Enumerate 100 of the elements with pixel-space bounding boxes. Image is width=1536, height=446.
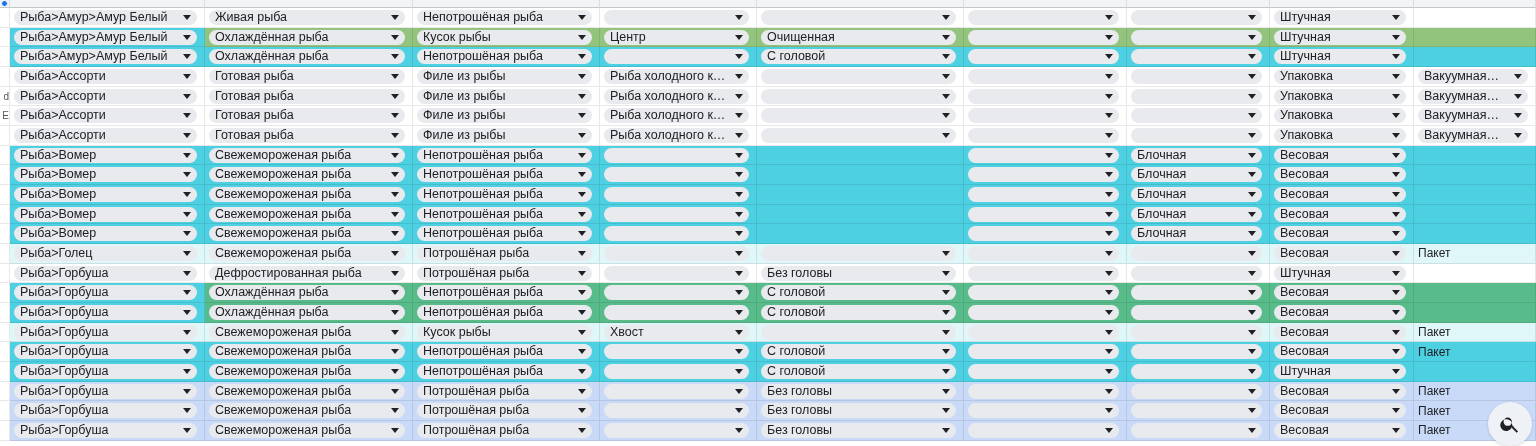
- column-header[interactable]: [964, 0, 1127, 8]
- dropdown-chip[interactable]: Непотрошёная рыба: [417, 285, 592, 301]
- dropdown-chip[interactable]: [968, 88, 1119, 104]
- dropdown-chip[interactable]: [1131, 383, 1262, 399]
- dropdown-chip[interactable]: Весовая: [1274, 167, 1406, 183]
- dropdown-chip[interactable]: Рыба>Ассорти: [14, 127, 197, 143]
- dropdown-chip[interactable]: Кусок рыбы: [417, 29, 592, 45]
- dropdown-chip[interactable]: Живая рыба: [209, 9, 405, 25]
- dropdown-chip[interactable]: Рыба>Вомер: [14, 186, 197, 202]
- dropdown-chip[interactable]: Филе из рыбы: [417, 127, 592, 143]
- dropdown-chip[interactable]: Рыба>Вомер: [14, 147, 197, 163]
- dropdown-chip[interactable]: Дефростированная рыба: [209, 265, 405, 281]
- dropdown-chip[interactable]: Весовая: [1274, 304, 1406, 320]
- dropdown-chip[interactable]: Филе из рыбы: [417, 108, 592, 124]
- dropdown-chip[interactable]: [968, 403, 1119, 419]
- dropdown-chip[interactable]: [761, 245, 956, 261]
- dropdown-chip[interactable]: [968, 285, 1119, 301]
- dropdown-chip[interactable]: [604, 265, 749, 281]
- dropdown-chip[interactable]: Весовая: [1274, 147, 1406, 163]
- dropdown-chip[interactable]: Блочная: [1131, 186, 1262, 202]
- dropdown-chip[interactable]: Потрошёная рыба: [417, 265, 592, 281]
- dropdown-chip[interactable]: Непотрошёная рыба: [417, 206, 592, 222]
- dropdown-chip[interactable]: [761, 88, 956, 104]
- dropdown-chip[interactable]: Охлаждённая рыба: [209, 304, 405, 320]
- dropdown-chip[interactable]: [968, 265, 1119, 281]
- dropdown-chip[interactable]: Филе из рыбы: [417, 88, 592, 104]
- column-header[interactable]: [757, 0, 964, 8]
- dropdown-chip[interactable]: Хвост: [604, 324, 749, 340]
- dropdown-chip[interactable]: Потрошёная рыба: [417, 403, 592, 419]
- dropdown-chip[interactable]: [968, 108, 1119, 124]
- dropdown-chip[interactable]: Весовая: [1274, 344, 1406, 360]
- dropdown-chip[interactable]: [604, 285, 749, 301]
- dropdown-chip[interactable]: Рыба>Амур>Амур Белый: [14, 49, 197, 65]
- dropdown-chip[interactable]: [604, 403, 749, 419]
- dropdown-chip[interactable]: Непотрошёная рыба: [417, 304, 592, 320]
- dropdown-chip[interactable]: [968, 9, 1119, 25]
- dropdown-chip[interactable]: Рыба холодного к…: [604, 88, 749, 104]
- dropdown-chip[interactable]: Готовая рыба: [209, 127, 405, 143]
- dropdown-chip[interactable]: Рыба>Горбуша: [14, 403, 197, 419]
- dropdown-chip[interactable]: [1131, 245, 1262, 261]
- dropdown-chip[interactable]: Непотрошёная рыба: [417, 226, 592, 242]
- dropdown-chip[interactable]: Рыба холодного к…: [604, 68, 749, 84]
- dropdown-chip[interactable]: [604, 147, 749, 163]
- dropdown-chip[interactable]: Свежемороженая рыба: [209, 206, 405, 222]
- dropdown-chip[interactable]: Блочная: [1131, 206, 1262, 222]
- dropdown-chip[interactable]: Без головы: [761, 265, 956, 281]
- dropdown-chip[interactable]: Свежемороженая рыба: [209, 422, 405, 438]
- dropdown-chip[interactable]: Свежемороженая рыба: [209, 186, 405, 202]
- dropdown-chip[interactable]: [604, 186, 749, 202]
- column-header[interactable]: [600, 0, 757, 8]
- dropdown-chip[interactable]: Штучная: [1274, 9, 1406, 25]
- dropdown-chip[interactable]: Свежемороженая рыба: [209, 147, 405, 163]
- dropdown-chip[interactable]: Штучная: [1274, 49, 1406, 65]
- dropdown-chip[interactable]: [968, 206, 1119, 222]
- dropdown-chip[interactable]: [968, 127, 1119, 143]
- dropdown-chip[interactable]: Весовая: [1274, 245, 1406, 261]
- dropdown-chip[interactable]: Вакуумная…: [1418, 88, 1528, 104]
- dropdown-chip[interactable]: [604, 383, 749, 399]
- dropdown-chip[interactable]: Готовая рыба: [209, 88, 405, 104]
- dropdown-chip[interactable]: С головой: [761, 285, 956, 301]
- dropdown-chip[interactable]: Весовая: [1274, 403, 1406, 419]
- dropdown-chip[interactable]: [1131, 29, 1262, 45]
- dropdown-chip[interactable]: Весовая: [1274, 226, 1406, 242]
- dropdown-chip[interactable]: [968, 245, 1119, 261]
- dropdown-chip[interactable]: [1131, 108, 1262, 124]
- dropdown-chip[interactable]: Свежемороженая рыба: [209, 403, 405, 419]
- column-header[interactable]: [205, 0, 413, 8]
- dropdown-chip[interactable]: С головой: [761, 363, 956, 379]
- dropdown-chip[interactable]: Потрошёная рыба: [417, 245, 592, 261]
- dropdown-chip[interactable]: Рыба>Ассорти: [14, 88, 197, 104]
- dropdown-chip[interactable]: Весовая: [1274, 285, 1406, 301]
- dropdown-chip[interactable]: [968, 49, 1119, 65]
- dropdown-chip[interactable]: [761, 9, 956, 25]
- dropdown-chip[interactable]: [1131, 285, 1262, 301]
- dropdown-chip[interactable]: Рыба>Ассорти: [14, 108, 197, 124]
- dropdown-chip[interactable]: Охлаждённая рыба: [209, 29, 405, 45]
- dropdown-chip[interactable]: [1131, 422, 1262, 438]
- dropdown-chip[interactable]: [968, 167, 1119, 183]
- dropdown-chip[interactable]: [1131, 49, 1262, 65]
- dropdown-chip[interactable]: Охлаждённая рыба: [209, 285, 405, 301]
- dropdown-chip[interactable]: Рыба>Горбуша: [14, 304, 197, 320]
- dropdown-chip[interactable]: Центр: [604, 29, 749, 45]
- dropdown-chip[interactable]: [968, 186, 1119, 202]
- dropdown-chip[interactable]: [604, 363, 749, 379]
- dropdown-chip[interactable]: Рыба>Амур>Амур Белый: [14, 29, 197, 45]
- dropdown-chip[interactable]: Без головы: [761, 383, 956, 399]
- dropdown-chip[interactable]: [968, 68, 1119, 84]
- dropdown-chip[interactable]: [968, 324, 1119, 340]
- dropdown-chip[interactable]: Вакуумная…: [1418, 127, 1528, 143]
- dropdown-chip[interactable]: [604, 206, 749, 222]
- dropdown-chip[interactable]: Рыба холодного к…: [604, 108, 749, 124]
- dropdown-chip[interactable]: С головой: [761, 344, 956, 360]
- dropdown-chip[interactable]: Готовая рыба: [209, 108, 405, 124]
- dropdown-chip[interactable]: [1131, 324, 1262, 340]
- column-header[interactable]: [1270, 0, 1414, 8]
- dropdown-chip[interactable]: [604, 245, 749, 261]
- dropdown-chip[interactable]: Свежемороженая рыба: [209, 245, 405, 261]
- dropdown-chip[interactable]: Весовая: [1274, 422, 1406, 438]
- dropdown-chip[interactable]: Штучная: [1274, 265, 1406, 281]
- dropdown-chip[interactable]: Рыба>Горбуша: [14, 383, 197, 399]
